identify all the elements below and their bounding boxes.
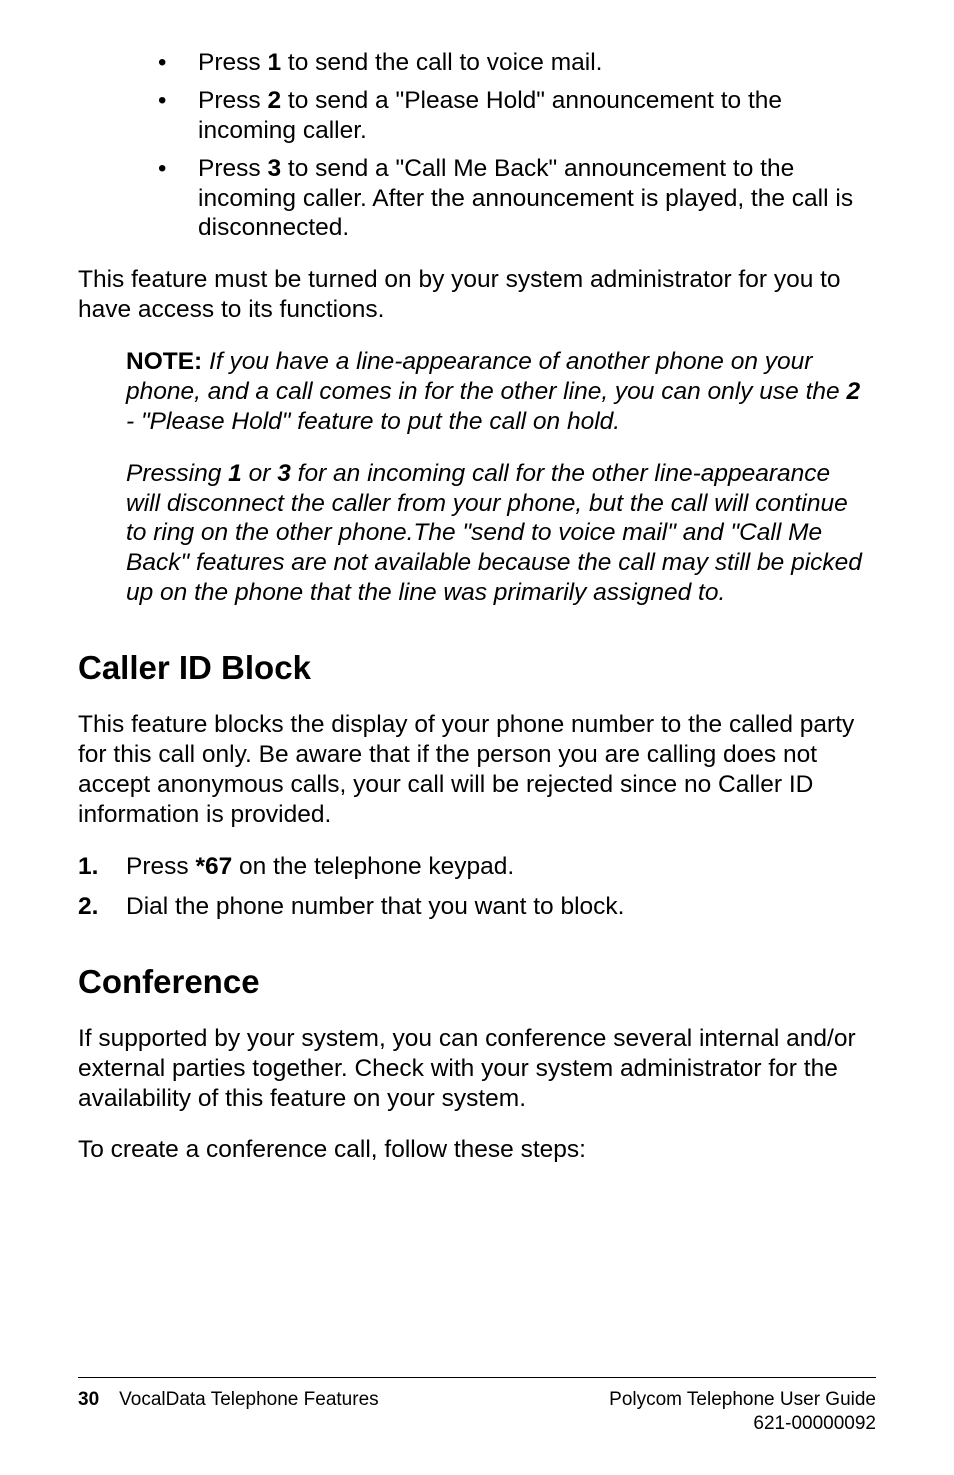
feature-paragraph: This feature must be turned on by your s… xyxy=(78,265,876,325)
step-suffix: on the telephone keypad. xyxy=(232,853,514,880)
caller-id-steps: 1. Press *67 on the telephone keypad. 2.… xyxy=(78,852,876,922)
bullet-text-prefix: Press xyxy=(198,49,267,76)
note-block: NOTE: If you have a line-appearance of a… xyxy=(126,347,866,608)
step-prefix: Dial the phone number that you want to b… xyxy=(126,893,624,920)
bullet-key: 2 xyxy=(267,87,281,114)
footer-doc-title: Polycom Telephone User Guide xyxy=(609,1388,876,1413)
note2-a: Pressing xyxy=(126,460,228,487)
list-item: 2. Dial the phone number that you want t… xyxy=(78,892,876,922)
bullet-text-prefix: Press xyxy=(198,87,267,114)
step-number: 2. xyxy=(78,892,98,922)
conference-paragraph-1: If supported by your system, you can con… xyxy=(78,1024,876,1114)
bullet-key: 3 xyxy=(267,155,281,182)
note-label: NOTE: xyxy=(126,348,202,375)
note2-key2: 3 xyxy=(277,460,291,487)
bullet-key: 1 xyxy=(267,49,281,76)
note-key: 2 xyxy=(846,378,860,405)
note-text-a: If you have a line-appearance of another… xyxy=(126,348,846,405)
footer-left-text: VocalData Telephone Features xyxy=(119,1388,379,1437)
footer-doc-number: 621-00000092 xyxy=(609,1412,876,1437)
step-number: 1. xyxy=(78,852,98,882)
bullet-text-prefix: Press xyxy=(198,155,267,182)
note2-mid: or xyxy=(242,460,277,487)
caller-id-paragraph: This feature blocks the display of your … xyxy=(78,710,876,830)
conference-paragraph-2: To create a conference call, follow thes… xyxy=(78,1135,876,1165)
list-item: Press 3 to send a "Call Me Back" announc… xyxy=(158,154,876,244)
step-code: *67 xyxy=(195,853,232,880)
step-prefix: Press xyxy=(126,853,195,880)
footer-left: 30 VocalData Telephone Features xyxy=(78,1388,379,1437)
note-paragraph-2: Pressing 1 or 3 for an incoming call for… xyxy=(126,459,866,608)
conference-heading: Conference xyxy=(78,962,876,1002)
bullet-text-suffix: to send the call to voice mail. xyxy=(281,49,602,76)
page-content: Press 1 to send the call to voice mail. … xyxy=(78,48,876,1377)
note-text-b: - "Please Hold" feature to put the call … xyxy=(126,408,620,435)
bullet-text-suffix: to send a "Please Hold" announcement to … xyxy=(198,87,782,144)
caller-id-heading: Caller ID Block xyxy=(78,648,876,688)
footer-right: Polycom Telephone User Guide 621-0000009… xyxy=(609,1388,876,1437)
key-press-list: Press 1 to send the call to voice mail. … xyxy=(158,48,876,243)
page-number: 30 xyxy=(78,1388,99,1437)
list-item: Press 2 to send a "Please Hold" announce… xyxy=(158,86,876,146)
page-footer: 30 VocalData Telephone Features Polycom … xyxy=(78,1377,876,1437)
note-paragraph-1: NOTE: If you have a line-appearance of a… xyxy=(126,347,866,437)
note2-key1: 1 xyxy=(228,460,242,487)
list-item: Press 1 to send the call to voice mail. xyxy=(158,48,876,78)
list-item: 1. Press *67 on the telephone keypad. xyxy=(78,852,876,882)
bullet-text-suffix: to send a "Call Me Back" announcement to… xyxy=(198,155,853,242)
